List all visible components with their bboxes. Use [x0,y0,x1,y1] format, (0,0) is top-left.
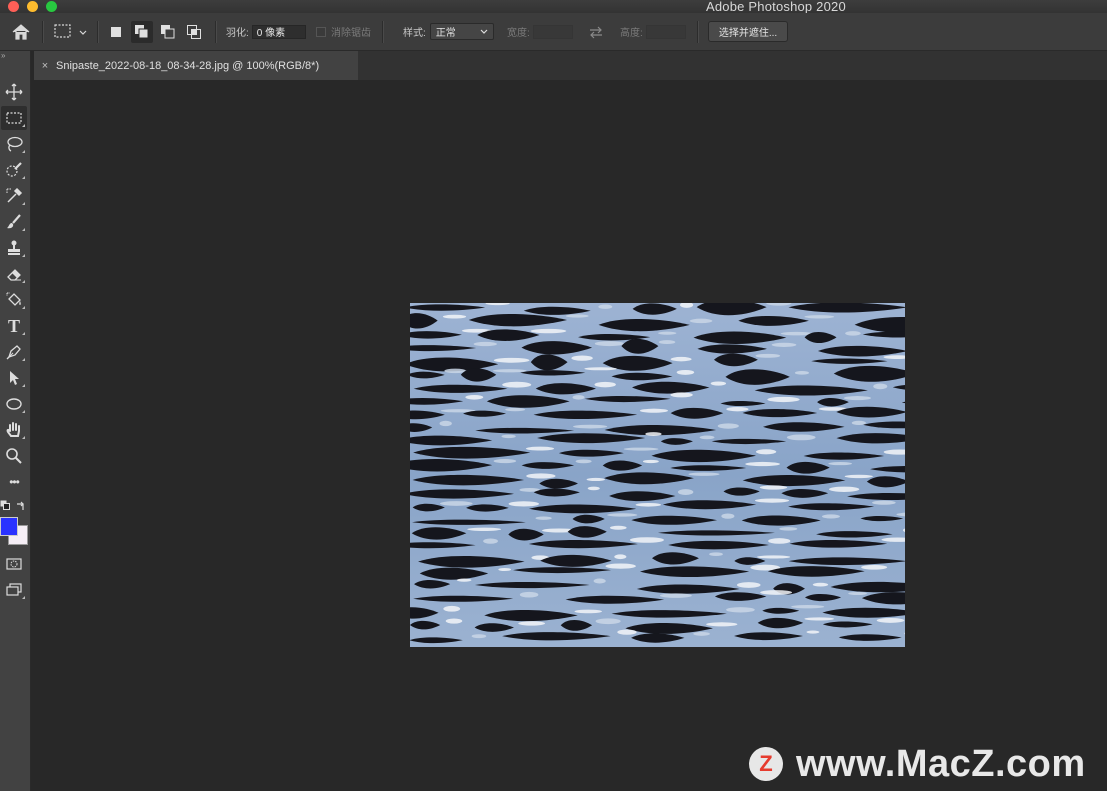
pen-tool[interactable] [1,340,27,364]
lasso-icon [7,136,23,152]
rect-marquee-tool[interactable] [1,106,27,130]
panel-grip[interactable]: » [0,51,31,63]
stamp-tool[interactable] [1,236,27,260]
swap-dimensions-button[interactable] [588,13,604,50]
tools-panel: » T ••• [0,51,31,791]
antialias-label: 消除锯齿 [331,28,371,39]
zoom-tool[interactable] [1,444,27,468]
quick-select-icon [6,162,22,177]
ellipse-tool[interactable] [1,392,27,416]
width-input[interactable] [532,24,573,39]
eraser-tool[interactable] [1,262,27,286]
style-select-value: 正常 [435,28,456,39]
path-select-tool[interactable] [1,366,27,390]
add-selection-icon [135,24,149,38]
zoom-icon [6,448,22,464]
lasso-tool[interactable] [1,132,27,156]
quick-mask-button[interactable] [1,552,27,576]
document-tab-title: Snipaste_2022-08-18_08-34-28.jpg @ 100%(… [56,59,320,72]
foreground-color-swatch[interactable] [0,517,18,536]
rect-marquee-preset-icon [54,23,87,38]
move-icon [5,83,23,101]
new-selection-button[interactable] [105,21,127,43]
document-image[interactable] [410,303,905,647]
screen-mode-icon [6,583,22,596]
height-input[interactable] [645,24,686,39]
watermark: Z www.MacZ.com [749,742,1086,785]
type-tool[interactable]: T [1,314,27,338]
ellipse-icon [6,398,22,410]
tool-preset-picker[interactable] [52,13,90,50]
feather-label: 羽化: [226,28,249,39]
add-to-selection-button[interactable] [131,20,153,43]
edit-toolbar-button[interactable]: ••• [1,470,27,494]
home-button[interactable] [8,13,34,50]
more-icon: ••• [9,475,20,489]
water-ripples-image [410,303,905,647]
eyedropper-icon [6,187,23,203]
intersect-selection-icon [187,24,201,39]
new-selection-icon [111,26,121,37]
height-label: 高度: [620,28,643,39]
home-icon [12,23,30,40]
stamp-icon [8,240,20,255]
close-tab-icon[interactable]: × [34,60,56,72]
subtract-selection-icon [161,24,175,38]
watermark-logo: Z [749,747,783,781]
brush-tool[interactable] [1,210,27,234]
quick-select-tool[interactable] [1,158,27,182]
window-title-bar: Adobe Photoshop 2020 [0,0,1107,14]
document-tab[interactable]: × Snipaste_2022-08-18_08-34-28.jpg @ 100… [34,51,358,80]
close-window-button[interactable] [8,1,19,12]
app-title: Adobe Photoshop 2020 [706,0,846,14]
pen-icon [6,345,21,360]
quick-mask-icon [6,558,22,570]
swap-colors-icon[interactable] [15,500,27,512]
rect-marquee-icon [6,112,22,124]
swap-arrows-icon [590,26,602,38]
intersect-selection-button[interactable] [183,21,205,43]
options-bar: 羽化: 0 像素 消除锯齿 样式: 正常 宽度: 高度: 选择并遮住... [0,13,1107,51]
subtract-selection-button[interactable] [157,21,179,43]
default-colors-icon[interactable] [0,500,10,510]
select-and-mask-button[interactable]: 选择并遮住... [708,21,788,42]
watermark-text: www.MacZ.com [796,742,1086,785]
style-label: 样式: [403,28,426,39]
zoom-window-button[interactable] [46,1,57,12]
style-select[interactable]: 正常 [429,23,494,40]
screen-mode-button[interactable] [1,578,27,602]
type-icon: T [7,315,20,336]
eyedropper-tool[interactable] [1,184,27,208]
move-tool[interactable] [1,80,27,104]
paint-bucket-tool[interactable] [1,288,27,312]
paint-bucket-icon [6,292,21,306]
antialias-checkbox[interactable] [316,26,326,37]
width-label: 宽度: [507,28,530,39]
feather-input[interactable]: 0 像素 [251,24,306,39]
chevron-down-icon [480,29,488,34]
minimize-window-button[interactable] [27,1,38,12]
document-tab-bar: × Snipaste_2022-08-18_08-34-28.jpg @ 100… [34,51,1107,80]
brush-icon [7,214,21,229]
path-select-icon [10,371,19,385]
hand-icon [6,422,20,437]
hand-tool[interactable] [1,418,27,442]
eraser-icon [7,269,21,281]
